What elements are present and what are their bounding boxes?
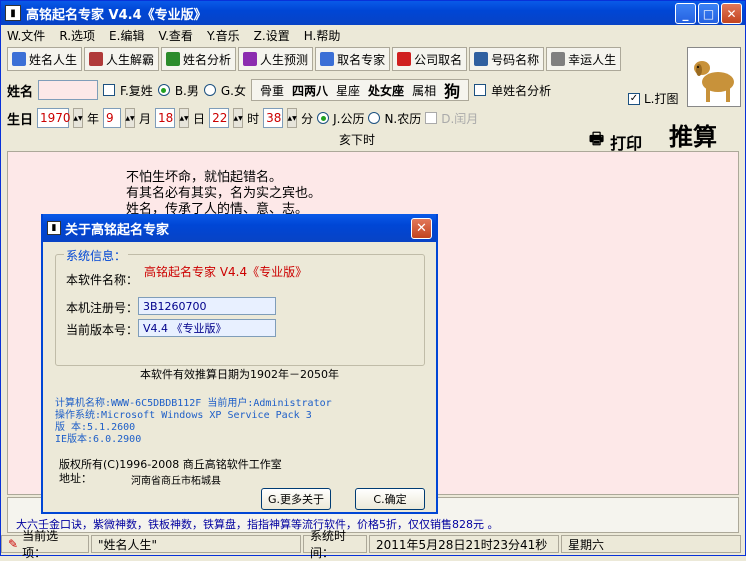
minute-spinner[interactable]: ▲▼ [287,108,298,128]
status-bar: ✎ 当前选项： "姓名人生" 系统时间： 2011年5月28日21时23分41秒 … [1,529,745,560]
chart-icon [12,52,26,66]
menu-settings[interactable]: Z.设置 [254,27,290,44]
about-dialog: ▮ 关于高铭起名专家 ✕ 系统信息： 本软件名称： 高铭起名专家 V4.4《专业… [41,214,438,514]
day-field[interactable]: 18 [155,108,176,128]
dog-image [687,47,741,107]
tool-company-naming[interactable]: 公司取名 [392,47,468,71]
version-field[interactable]: V4.4 《专业版》 [138,319,276,337]
reg-number-field[interactable]: 3B1260700 [138,297,276,315]
time-label-status: 系统时间： [303,529,367,560]
menu-view[interactable]: V.查看 [158,27,192,44]
book-icon [243,52,258,66]
dialog-close-button[interactable]: ✕ [411,218,432,239]
weekday: 星期六 [561,535,741,553]
copyright-text: 版权所有(C)1996-2008 商丘高铭软件工作室 [59,458,282,471]
minute-field[interactable]: 38 [263,108,284,128]
fortune-info: 骨重 四两八 星座 处女座 属相 狗 [251,79,470,101]
dialog-app-icon: ▮ [47,221,61,235]
eye-icon [474,52,489,66]
menu-help[interactable]: H.帮助 [304,27,341,44]
menu-edit[interactable]: E.编辑 [109,27,144,44]
toolbar: 姓名人生 人生解霸 姓名分析 人生预测 取名专家 公司取名 号码名称 幸运人生 [1,47,745,75]
year-field[interactable]: 1970 [37,108,71,128]
name-label: 姓名 [7,84,34,100]
tool-lucky-life[interactable]: 幸运人生 [546,47,622,71]
pencil-icon: ✎ [8,537,19,551]
menu-file[interactable]: W.文件 [7,27,45,44]
female-radio[interactable] [203,84,216,96]
gem-icon [397,52,412,66]
compound-surname-checkbox[interactable] [103,84,116,96]
tool-life-explain[interactable]: 人生解霸 [84,47,160,71]
hour-spinner[interactable]: ▲▼ [233,108,244,128]
book-icon [89,52,104,66]
female-label: G.女 [220,83,246,98]
app-title: 高铭起名专家 V4.4《专业版》 [26,7,207,23]
book-icon [320,52,335,66]
current-option-value: "姓名人生" [91,535,301,553]
more-about-button[interactable]: G.更多关于 [261,488,331,510]
system-info-title: 系统信息： [64,247,129,264]
promo-text: 大六壬金口诀，紫微神数，铁板神数，铁算盘，指指神算等流行软件，价格5折，仅仅销售… [16,518,499,531]
print-pic-checkbox[interactable]: ✓ [628,92,640,105]
compound-surname-label: F.复姓 [120,83,153,98]
minimize-button[interactable]: _ [675,3,696,24]
menu-options[interactable]: R.选项 [59,27,95,44]
ok-button[interactable]: C.确定 [355,488,425,510]
month-spinner[interactable]: ▲▼ [125,108,136,128]
tool-name-life[interactable]: 姓名人生 [7,47,83,71]
tool-life-predict[interactable]: 人生预测 [238,47,314,71]
version-label: 当前版本号： [66,323,139,337]
system-time: 2011年5月28日21时23分41秒 [369,535,559,553]
name-input[interactable] [38,80,99,100]
app-icon: ▮ [5,5,21,21]
tool-number-name[interactable]: 号码名称 [469,47,545,71]
stamp-icon [551,52,566,66]
hour-field[interactable]: 22 [209,108,230,128]
lunar-radio[interactable] [368,112,381,124]
menu-music[interactable]: Y.音乐 [207,27,240,44]
solar-radio[interactable] [317,112,330,124]
birthday-row: 生日 1970 ▲▼ 年 9 ▲▼ 月 18 ▲▼ 日 22 ▲▼ 时 38 ▲▼ 分 J… [7,106,687,130]
single-name-checkbox[interactable] [474,84,487,96]
name-row: 姓名 F.复姓 B.男 G.女 骨重 四两八 星座 处女座 属相 狗 单姓名分析 [7,78,687,102]
maximize-button[interactable]: □ [698,3,719,24]
system-info-group: 系统信息： 本软件名称： 高铭起名专家 V4.4《专业版》 本机注册号： 3B1… [55,247,425,366]
dialog-title-bar[interactable]: ▮ 关于高铭起名专家 ✕ [43,214,436,242]
reg-number-label: 本机注册号： [66,301,139,315]
tool-name-analysis[interactable]: 姓名分析 [161,47,237,71]
address-value: 河南省商丘市柘城县 [131,476,221,487]
birthday-label: 生日 [7,112,34,128]
day-spinner[interactable]: ▲▼ [179,108,190,128]
close-button[interactable]: ✕ [721,3,742,24]
month-field[interactable]: 9 [103,108,122,128]
software-name-value: 高铭起名专家 V4.4《专业版》 [144,265,308,279]
title-bar[interactable]: ▮ 高铭起名专家 V4.4《专业版》 _ □ ✕ [1,1,745,25]
year-spinner[interactable]: ▲▼ [73,108,84,128]
male-radio[interactable] [157,84,170,96]
tool-naming-expert[interactable]: 取名专家 [315,47,391,71]
dog-picture [694,61,734,102]
leap-month-checkbox[interactable] [425,112,438,124]
male-label: B.男 [174,83,199,98]
time-label: 亥下时 [339,133,376,147]
menu-bar: W.文件 R.选项 E.编辑 V.查看 Y.音乐 Z.设置 H.帮助 [1,25,745,45]
book-icon [166,52,181,66]
ie-info: IE版本:6.0.2900 [55,434,142,445]
dialog-title: 关于高铭起名专家 [65,222,170,238]
valid-date-text: 本软件有效推算日期为1902年－2050年 [140,368,339,381]
single-name-label: 单姓名分析 [491,83,552,98]
address-label: 地址： [59,472,92,485]
current-option-label: ✎ 当前选项： [1,529,89,560]
software-name-label: 本软件名称： [66,273,139,287]
calculate-button[interactable]: 推算 [669,117,717,152]
print-pic-option: ✓ L.打图 [628,92,679,106]
